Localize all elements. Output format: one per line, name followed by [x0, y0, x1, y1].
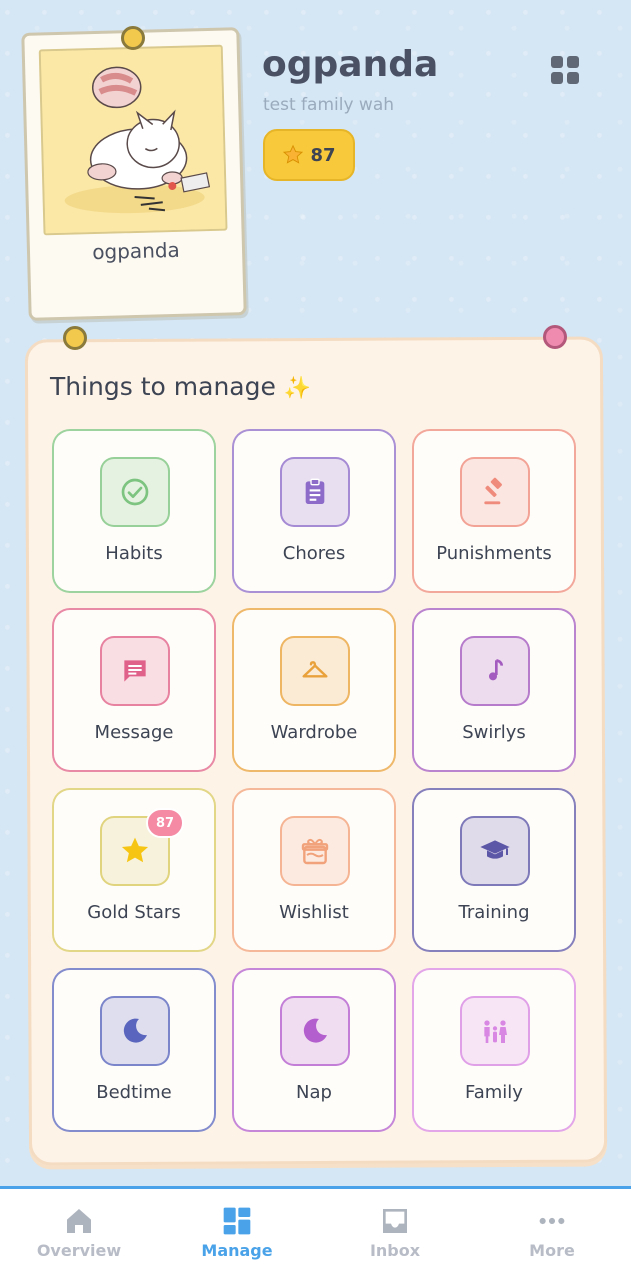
- more-icon: [539, 1217, 565, 1225]
- tile-label: Family: [465, 1082, 523, 1103]
- family-icon: [460, 996, 530, 1066]
- tile-label: Gold Stars: [87, 902, 181, 923]
- tile-swirlys[interactable]: Swirlys: [412, 608, 576, 772]
- tile-label: Swirlys: [462, 722, 526, 743]
- tile-label: Message: [94, 722, 174, 743]
- pin-icon: [121, 26, 145, 50]
- gift-icon: [280, 816, 350, 886]
- tile-training[interactable]: Training: [412, 788, 576, 952]
- tile-label: Chores: [282, 543, 346, 564]
- family-name: test family wah: [263, 95, 395, 115]
- nav-manage[interactable]: Manage: [177, 1205, 297, 1275]
- nav-inbox[interactable]: Inbox: [335, 1205, 455, 1275]
- tile-label: Training: [458, 902, 530, 923]
- bottom-nav: Overview Manage Inbox More: [0, 1186, 631, 1280]
- count-badge: 87: [146, 808, 184, 838]
- tile-wishlist[interactable]: Wishlist: [232, 788, 396, 952]
- tile-label: Wishlist: [279, 902, 349, 923]
- panda-illustration: [40, 46, 228, 236]
- tile-message[interactable]: Message: [52, 608, 216, 772]
- nav-label: Manage: [201, 1241, 273, 1260]
- hanger-icon: [280, 636, 350, 706]
- moon-icon: [100, 996, 170, 1066]
- star-icon: [283, 144, 304, 164]
- tile-label: Bedtime: [96, 1082, 172, 1103]
- pin-icon: [63, 326, 87, 350]
- check-circle-icon: [100, 457, 170, 527]
- music-note-icon: [460, 636, 530, 706]
- profile-photo: [38, 44, 228, 236]
- tile-nap[interactable]: Nap: [232, 968, 396, 1132]
- nav-overview[interactable]: Overview: [19, 1205, 139, 1275]
- tile-gold-stars[interactable]: Gold Stars 87: [52, 788, 216, 952]
- graduation-cap-icon: [460, 816, 530, 886]
- grid-icon: [223, 1207, 251, 1235]
- tile-label: Habits: [105, 543, 163, 564]
- nav-label: More: [529, 1241, 575, 1260]
- tile-bedtime[interactable]: Bedtime: [52, 968, 216, 1132]
- tile-wardrobe[interactable]: Wardrobe: [232, 608, 396, 772]
- inbox-icon: [383, 1209, 407, 1233]
- tile-label: Punishments: [436, 543, 552, 564]
- tile-label: Wardrobe: [270, 722, 358, 743]
- tile-habits[interactable]: Habits: [52, 429, 216, 593]
- moon-icon: [280, 996, 350, 1066]
- star-count-badge[interactable]: 87: [263, 129, 355, 181]
- message-icon: [100, 636, 170, 706]
- gavel-icon: [460, 457, 530, 527]
- nav-label: Overview: [36, 1241, 122, 1260]
- nav-label: Inbox: [369, 1241, 421, 1260]
- grid-menu-icon[interactable]: [549, 54, 581, 86]
- sparkle-icon: ✨: [283, 376, 312, 401]
- tile-label: Nap: [296, 1082, 332, 1103]
- profile-name: ogpanda: [262, 44, 439, 85]
- star-count: 87: [310, 144, 336, 166]
- tile-family[interactable]: Family: [412, 968, 576, 1132]
- manage-title: Things to manage ✨: [50, 372, 312, 401]
- pin-icon: [543, 325, 567, 349]
- tile-chores[interactable]: Chores: [232, 429, 396, 593]
- clipboard-icon: [280, 457, 350, 527]
- polaroid-caption: ogpanda: [91, 237, 181, 265]
- profile-polaroid[interactable]: ogpanda: [21, 27, 247, 321]
- nav-more[interactable]: More: [492, 1205, 612, 1275]
- tile-punishments[interactable]: Punishments: [412, 429, 576, 593]
- home-icon: [67, 1209, 91, 1233]
